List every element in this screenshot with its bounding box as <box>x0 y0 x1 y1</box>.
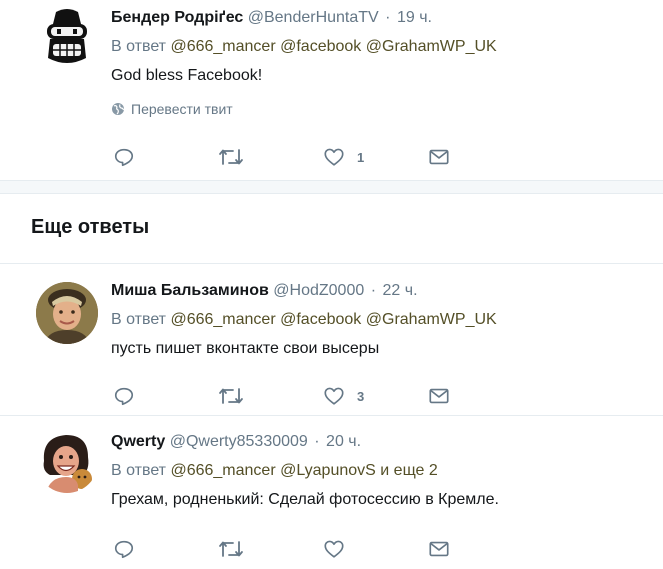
mention-link[interactable]: @666_mancer <box>170 462 275 479</box>
reply-button[interactable] <box>113 537 135 561</box>
like-button[interactable] <box>323 537 345 561</box>
more-replies-header: Еще ответы <box>0 194 663 264</box>
reply-prefix: В ответ <box>111 38 167 55</box>
mention-link[interactable]: @facebook <box>280 38 361 55</box>
message-button[interactable] <box>428 384 450 408</box>
tweet-actions: 3 <box>111 384 471 408</box>
reply-icon <box>114 148 134 167</box>
tweet-misha[interactable]: Миша Бальзаминов @HodZ0000 · 22 ч. В отв… <box>0 264 663 416</box>
tweet-text: Грехам, родненький: Сделай фотосессию в … <box>111 491 499 508</box>
retweet-icon <box>219 388 243 404</box>
section-divider <box>0 180 663 194</box>
reply-context: В ответ @666_mancer @LyapunovS и еще 2 <box>111 461 643 481</box>
message-button[interactable] <box>428 537 450 561</box>
tweet-content: Qwerty @Qwerty85330009 · 20 ч. В ответ @… <box>111 432 643 511</box>
retweet-button[interactable] <box>218 537 244 561</box>
tweet-text: пусть пишет вконтакте свои высеры <box>111 340 380 357</box>
separator-dot: · <box>385 9 391 26</box>
author-name[interactable]: Qwerty <box>111 433 165 450</box>
like-icon <box>324 387 344 405</box>
reply-context: В ответ @666_mancer @facebook @GrahamWP_… <box>111 310 643 330</box>
author-handle[interactable]: @HodZ0000 <box>273 282 364 299</box>
retweet-icon <box>219 541 243 557</box>
like-icon <box>324 148 344 166</box>
tweet-content: Бендер Родріґес @BenderHuntaTV · 19 ч. В… <box>111 8 643 117</box>
section-title: Еще ответы <box>31 216 150 238</box>
tweet-header: Qwerty @Qwerty85330009 · 20 ч. <box>111 432 643 452</box>
separator-dot: · <box>314 433 320 450</box>
mention-link[interactable]: @666_mancer <box>170 311 275 328</box>
mention-link[interactable]: @LyapunovS <box>280 462 376 479</box>
tweet-header: Бендер Родріґес @BenderHuntaTV · 19 ч. <box>111 8 643 28</box>
globe-icon <box>112 103 125 115</box>
author-handle[interactable]: @Qwerty85330009 <box>170 433 308 450</box>
timestamp[interactable]: 20 ч. <box>326 433 361 450</box>
timestamp[interactable]: 22 ч. <box>382 282 417 299</box>
avatar[interactable] <box>36 6 98 68</box>
reply-icon <box>114 387 134 406</box>
like-icon <box>324 540 344 558</box>
tweet-content: Миша Бальзаминов @HodZ0000 · 22 ч. В отв… <box>111 281 643 360</box>
mention-link[interactable]: @GrahamWP_UK <box>366 38 497 55</box>
tweet-header: Миша Бальзаминов @HodZ0000 · 22 ч. <box>111 281 643 301</box>
translate-link[interactable]: Перевести твит <box>111 101 643 117</box>
timestamp[interactable]: 19 ч. <box>397 9 432 26</box>
author-name[interactable]: Бендер Родріґес <box>111 9 243 26</box>
author-handle[interactable]: @BenderHuntaTV <box>248 9 379 26</box>
retweet-button[interactable] <box>218 145 244 169</box>
author-name[interactable]: Миша Бальзаминов <box>111 282 269 299</box>
reply-prefix: В ответ <box>111 462 167 479</box>
message-button[interactable] <box>428 145 450 169</box>
like-count: 1 <box>357 149 365 165</box>
mention-link[interactable]: @GrahamWP_UK <box>366 311 497 328</box>
translate-label: Перевести твит <box>131 101 233 117</box>
like-count: 3 <box>357 388 365 404</box>
reply-button[interactable] <box>113 145 135 169</box>
tweet-text: God bless Facebook! <box>111 67 263 84</box>
like-button[interactable]: 1 <box>323 145 364 169</box>
reply-context: В ответ @666_mancer @facebook @GrahamWP_… <box>111 37 643 57</box>
retweet-button[interactable] <box>218 384 244 408</box>
message-icon <box>429 388 449 404</box>
tweet-qwerty[interactable]: Qwerty @Qwerty85330009 · 20 ч. В ответ @… <box>0 416 663 569</box>
reply-icon <box>114 540 134 559</box>
mention-link[interactable]: @facebook <box>280 311 361 328</box>
tweet-bender[interactable]: Бендер Родріґес @BenderHuntaTV · 19 ч. В… <box>0 0 663 180</box>
message-icon <box>429 149 449 165</box>
avatar[interactable] <box>36 431 98 493</box>
more-mentions-link[interactable]: и еще 2 <box>380 462 438 479</box>
avatar[interactable] <box>36 282 98 344</box>
like-button[interactable]: 3 <box>323 384 364 408</box>
separator-dot: · <box>370 282 377 299</box>
message-icon <box>429 541 449 557</box>
tweet-actions <box>111 537 471 561</box>
reply-button[interactable] <box>113 384 135 408</box>
tweet-actions: 1 <box>111 145 471 169</box>
reply-prefix: В ответ <box>111 311 167 328</box>
mention-link[interactable]: @666_mancer <box>170 38 275 55</box>
retweet-icon <box>219 149 243 165</box>
